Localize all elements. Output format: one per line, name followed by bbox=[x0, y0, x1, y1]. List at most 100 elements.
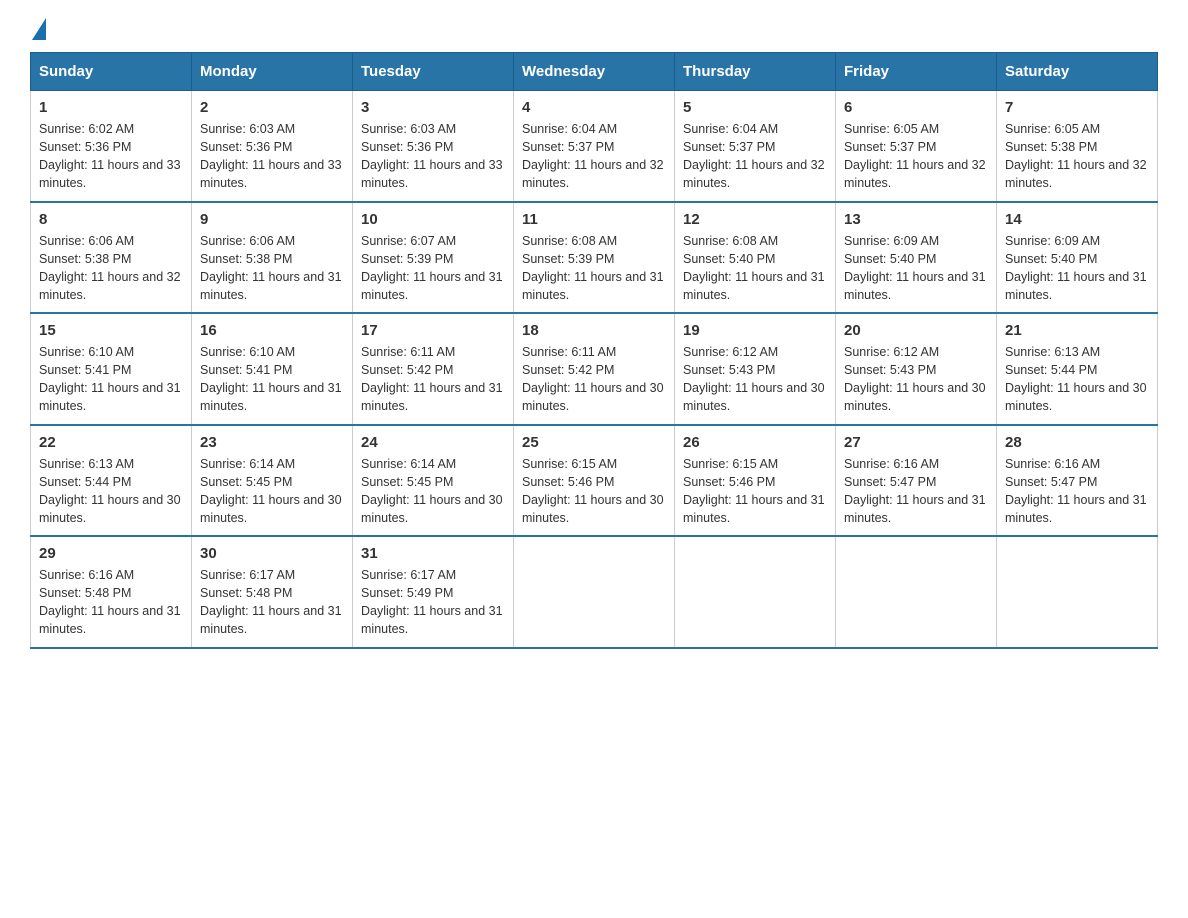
day-info: Sunrise: 6:16 AMSunset: 5:47 PMDaylight:… bbox=[1005, 455, 1149, 528]
logo bbox=[30, 20, 46, 42]
day-number: 26 bbox=[683, 434, 827, 451]
calendar-day-cell: 30 Sunrise: 6:17 AMSunset: 5:48 PMDayligh… bbox=[192, 536, 353, 648]
day-number: 10 bbox=[361, 211, 505, 228]
day-number: 14 bbox=[1005, 211, 1149, 228]
day-number: 2 bbox=[200, 99, 344, 116]
day-number: 17 bbox=[361, 322, 505, 339]
calendar-day-cell: 17 Sunrise: 6:11 AMSunset: 5:42 PMDayligh… bbox=[353, 313, 514, 425]
day-number: 5 bbox=[683, 99, 827, 116]
day-number: 22 bbox=[39, 434, 183, 451]
day-info: Sunrise: 6:14 AMSunset: 5:45 PMDaylight:… bbox=[361, 455, 505, 528]
calendar-day-cell: 11 Sunrise: 6:08 AMSunset: 5:39 PMDayligh… bbox=[514, 202, 675, 314]
day-info: Sunrise: 6:11 AMSunset: 5:42 PMDaylight:… bbox=[361, 343, 505, 416]
calendar-week-row: 1 Sunrise: 6:02 AMSunset: 5:36 PMDaylight… bbox=[31, 91, 1158, 202]
calendar-day-cell: 3 Sunrise: 6:03 AMSunset: 5:36 PMDaylight… bbox=[353, 91, 514, 202]
calendar-week-row: 22 Sunrise: 6:13 AMSunset: 5:44 PMDayligh… bbox=[31, 425, 1158, 537]
day-info: Sunrise: 6:12 AMSunset: 5:43 PMDaylight:… bbox=[844, 343, 988, 416]
day-info: Sunrise: 6:11 AMSunset: 5:42 PMDaylight:… bbox=[522, 343, 666, 416]
day-info: Sunrise: 6:15 AMSunset: 5:46 PMDaylight:… bbox=[522, 455, 666, 528]
calendar-day-cell: 13 Sunrise: 6:09 AMSunset: 5:40 PMDayligh… bbox=[836, 202, 997, 314]
day-info: Sunrise: 6:10 AMSunset: 5:41 PMDaylight:… bbox=[200, 343, 344, 416]
calendar-day-cell: 18 Sunrise: 6:11 AMSunset: 5:42 PMDayligh… bbox=[514, 313, 675, 425]
day-number: 24 bbox=[361, 434, 505, 451]
calendar-day-cell: 28 Sunrise: 6:16 AMSunset: 5:47 PMDayligh… bbox=[997, 425, 1158, 537]
day-number: 7 bbox=[1005, 99, 1149, 116]
day-info: Sunrise: 6:02 AMSunset: 5:36 PMDaylight:… bbox=[39, 120, 183, 193]
header-sunday: Sunday bbox=[31, 53, 192, 91]
header-tuesday: Tuesday bbox=[353, 53, 514, 91]
calendar-day-cell: 24 Sunrise: 6:14 AMSunset: 5:45 PMDayligh… bbox=[353, 425, 514, 537]
day-number: 29 bbox=[39, 545, 183, 562]
day-number: 13 bbox=[844, 211, 988, 228]
header-saturday: Saturday bbox=[997, 53, 1158, 91]
calendar-day-cell: 10 Sunrise: 6:07 AMSunset: 5:39 PMDayligh… bbox=[353, 202, 514, 314]
calendar-day-cell: 23 Sunrise: 6:14 AMSunset: 5:45 PMDayligh… bbox=[192, 425, 353, 537]
calendar-day-cell: 20 Sunrise: 6:12 AMSunset: 5:43 PMDayligh… bbox=[836, 313, 997, 425]
calendar-day-cell: 29 Sunrise: 6:16 AMSunset: 5:48 PMDayligh… bbox=[31, 536, 192, 648]
calendar-week-row: 8 Sunrise: 6:06 AMSunset: 5:38 PMDaylight… bbox=[31, 202, 1158, 314]
day-number: 31 bbox=[361, 545, 505, 562]
day-number: 28 bbox=[1005, 434, 1149, 451]
day-info: Sunrise: 6:04 AMSunset: 5:37 PMDaylight:… bbox=[522, 120, 666, 193]
calendar-day-cell: 31 Sunrise: 6:17 AMSunset: 5:49 PMDayligh… bbox=[353, 536, 514, 648]
calendar-day-cell: 16 Sunrise: 6:10 AMSunset: 5:41 PMDayligh… bbox=[192, 313, 353, 425]
day-info: Sunrise: 6:08 AMSunset: 5:40 PMDaylight:… bbox=[683, 232, 827, 305]
calendar-day-cell bbox=[836, 536, 997, 648]
day-info: Sunrise: 6:15 AMSunset: 5:46 PMDaylight:… bbox=[683, 455, 827, 528]
day-info: Sunrise: 6:16 AMSunset: 5:48 PMDaylight:… bbox=[39, 566, 183, 639]
day-number: 18 bbox=[522, 322, 666, 339]
day-number: 4 bbox=[522, 99, 666, 116]
calendar-day-cell: 15 Sunrise: 6:10 AMSunset: 5:41 PMDayligh… bbox=[31, 313, 192, 425]
day-info: Sunrise: 6:03 AMSunset: 5:36 PMDaylight:… bbox=[200, 120, 344, 193]
calendar-day-cell: 12 Sunrise: 6:08 AMSunset: 5:40 PMDayligh… bbox=[675, 202, 836, 314]
calendar-day-cell: 2 Sunrise: 6:03 AMSunset: 5:36 PMDaylight… bbox=[192, 91, 353, 202]
day-number: 27 bbox=[844, 434, 988, 451]
day-info: Sunrise: 6:05 AMSunset: 5:37 PMDaylight:… bbox=[844, 120, 988, 193]
calendar-day-cell bbox=[514, 536, 675, 648]
day-info: Sunrise: 6:17 AMSunset: 5:49 PMDaylight:… bbox=[361, 566, 505, 639]
calendar-day-cell: 4 Sunrise: 6:04 AMSunset: 5:37 PMDaylight… bbox=[514, 91, 675, 202]
calendar-header-row: SundayMondayTuesdayWednesdayThursdayFrid… bbox=[31, 53, 1158, 91]
day-number: 15 bbox=[39, 322, 183, 339]
day-info: Sunrise: 6:06 AMSunset: 5:38 PMDaylight:… bbox=[39, 232, 183, 305]
calendar-day-cell bbox=[997, 536, 1158, 648]
day-info: Sunrise: 6:04 AMSunset: 5:37 PMDaylight:… bbox=[683, 120, 827, 193]
calendar-day-cell: 8 Sunrise: 6:06 AMSunset: 5:38 PMDaylight… bbox=[31, 202, 192, 314]
calendar-day-cell: 7 Sunrise: 6:05 AMSunset: 5:38 PMDaylight… bbox=[997, 91, 1158, 202]
day-number: 6 bbox=[844, 99, 988, 116]
day-info: Sunrise: 6:14 AMSunset: 5:45 PMDaylight:… bbox=[200, 455, 344, 528]
calendar-day-cell: 6 Sunrise: 6:05 AMSunset: 5:37 PMDaylight… bbox=[836, 91, 997, 202]
day-number: 8 bbox=[39, 211, 183, 228]
day-info: Sunrise: 6:13 AMSunset: 5:44 PMDaylight:… bbox=[1005, 343, 1149, 416]
header-monday: Monday bbox=[192, 53, 353, 91]
day-info: Sunrise: 6:03 AMSunset: 5:36 PMDaylight:… bbox=[361, 120, 505, 193]
day-number: 23 bbox=[200, 434, 344, 451]
day-number: 19 bbox=[683, 322, 827, 339]
day-info: Sunrise: 6:08 AMSunset: 5:39 PMDaylight:… bbox=[522, 232, 666, 305]
day-number: 30 bbox=[200, 545, 344, 562]
calendar-week-row: 15 Sunrise: 6:10 AMSunset: 5:41 PMDayligh… bbox=[31, 313, 1158, 425]
day-info: Sunrise: 6:17 AMSunset: 5:48 PMDaylight:… bbox=[200, 566, 344, 639]
day-info: Sunrise: 6:05 AMSunset: 5:38 PMDaylight:… bbox=[1005, 120, 1149, 193]
day-info: Sunrise: 6:07 AMSunset: 5:39 PMDaylight:… bbox=[361, 232, 505, 305]
calendar-day-cell: 21Sunrise: 6:13 AMSunset: 5:44 PMDayligh… bbox=[997, 313, 1158, 425]
day-number: 1 bbox=[39, 99, 183, 116]
calendar-day-cell bbox=[675, 536, 836, 648]
day-number: 16 bbox=[200, 322, 344, 339]
day-number: 11 bbox=[522, 211, 666, 228]
day-info: Sunrise: 6:16 AMSunset: 5:47 PMDaylight:… bbox=[844, 455, 988, 528]
calendar-day-cell: 5 Sunrise: 6:04 AMSunset: 5:37 PMDaylight… bbox=[675, 91, 836, 202]
logo-triangle-icon bbox=[32, 18, 46, 40]
day-info: Sunrise: 6:09 AMSunset: 5:40 PMDaylight:… bbox=[844, 232, 988, 305]
calendar-day-cell: 25Sunrise: 6:15 AMSunset: 5:46 PMDayligh… bbox=[514, 425, 675, 537]
calendar-day-cell: 26 Sunrise: 6:15 AMSunset: 5:46 PMDayligh… bbox=[675, 425, 836, 537]
calendar-day-cell: 1 Sunrise: 6:02 AMSunset: 5:36 PMDaylight… bbox=[31, 91, 192, 202]
day-info: Sunrise: 6:13 AMSunset: 5:44 PMDaylight:… bbox=[39, 455, 183, 528]
day-number: 20 bbox=[844, 322, 988, 339]
day-info: Sunrise: 6:10 AMSunset: 5:41 PMDaylight:… bbox=[39, 343, 183, 416]
day-number: 3 bbox=[361, 99, 505, 116]
day-number: 12 bbox=[683, 211, 827, 228]
calendar-day-cell: 14Sunrise: 6:09 AMSunset: 5:40 PMDayligh… bbox=[997, 202, 1158, 314]
calendar-day-cell: 27 Sunrise: 6:16 AMSunset: 5:47 PMDayligh… bbox=[836, 425, 997, 537]
calendar-day-cell: 22 Sunrise: 6:13 AMSunset: 5:44 PMDayligh… bbox=[31, 425, 192, 537]
